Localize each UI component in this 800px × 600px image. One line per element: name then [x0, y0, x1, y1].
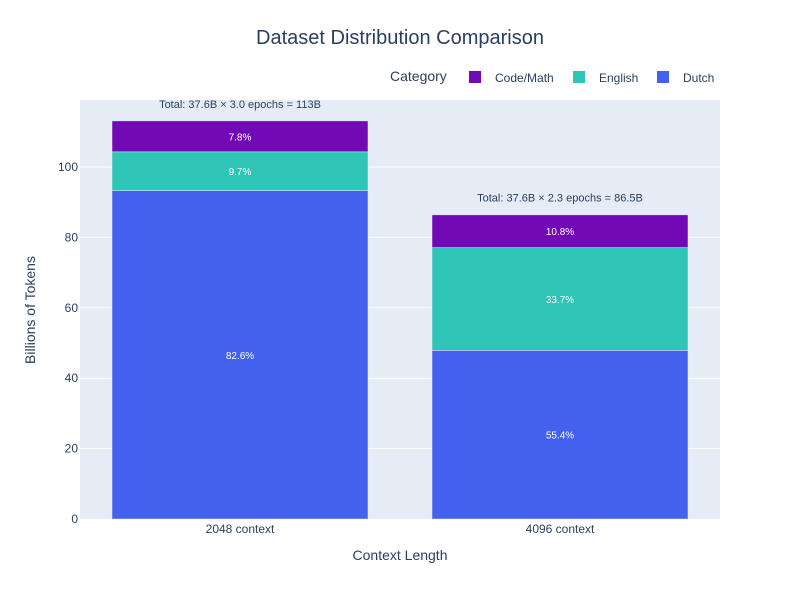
- y-tick-label: 0: [71, 512, 78, 526]
- legend-swatch: [657, 71, 669, 83]
- total-annotation: Total: 37.6B × 3.0 epochs = 113B: [159, 99, 321, 111]
- x-tick-label: 2048 context: [206, 522, 275, 536]
- y-axis-title: Billions of Tokens: [22, 256, 38, 364]
- legend-label: Code/Math: [495, 71, 554, 85]
- y-tick-label: 60: [65, 301, 79, 315]
- chart-title: Dataset Distribution Comparison: [256, 27, 544, 49]
- y-axis-ticks: 0 20 40 60 80 100: [58, 160, 78, 526]
- y-tick-label: 40: [65, 371, 79, 385]
- bar-value-label: 82.6%: [226, 351, 254, 362]
- total-annotation: Total: 37.6B × 2.3 epochs = 86.5B: [477, 193, 643, 205]
- x-axis-title: Context Length: [353, 547, 448, 563]
- legend-label: English: [599, 71, 638, 85]
- y-tick-label: 80: [65, 230, 79, 244]
- bar-value-label: 10.8%: [546, 227, 574, 238]
- bar-value-label: 9.7%: [229, 167, 252, 178]
- y-tick-label: 20: [65, 442, 79, 456]
- legend-swatch: [469, 71, 481, 83]
- stacked-bar-chart: 82.6% 9.7% 7.8% 55.4% 33.7% 10.8% 0 20 40 60 80 10…: [22, 27, 720, 563]
- legend-title: Category: [390, 68, 447, 84]
- bar-value-label: 55.4%: [546, 431, 574, 442]
- bar-value-label: 33.7%: [546, 295, 574, 306]
- x-tick-label: 4096 context: [526, 522, 595, 536]
- bar-value-label: 7.8%: [229, 132, 252, 143]
- legend-swatch: [573, 71, 585, 83]
- y-tick-label: 100: [58, 160, 78, 174]
- x-axis-ticks: 2048 context 4096 context: [206, 522, 595, 536]
- legend: Category Code/Math English Dutch: [390, 68, 714, 85]
- legend-label: Dutch: [683, 71, 714, 85]
